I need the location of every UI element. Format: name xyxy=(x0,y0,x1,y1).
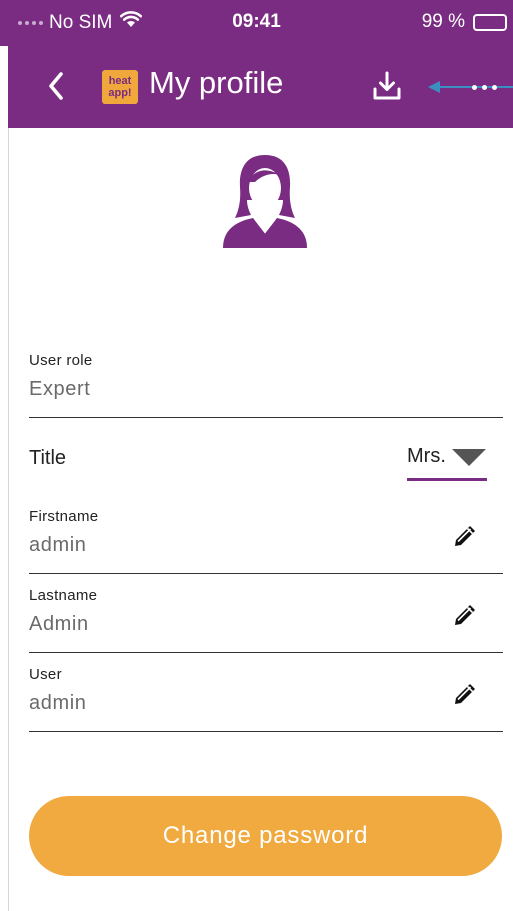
profile-content: User role Expert Title Mrs. Firstname ad… xyxy=(8,128,513,911)
user-role-label: User role xyxy=(29,352,93,369)
lastname-value: Admin xyxy=(29,613,89,635)
user-avatar-icon xyxy=(223,155,307,248)
caret-down-icon xyxy=(452,449,486,466)
download-icon xyxy=(373,71,401,100)
user-role-value: Expert xyxy=(29,378,91,400)
change-password-button[interactable]: Change password xyxy=(29,796,502,876)
chevron-left-icon xyxy=(49,72,63,100)
edit-firstname-button[interactable] xyxy=(447,518,483,554)
user-value: admin xyxy=(29,692,87,714)
back-button[interactable] xyxy=(36,64,76,108)
download-button[interactable] xyxy=(367,66,407,106)
user-role-field: User role Expert xyxy=(29,350,503,418)
firstname-value: admin xyxy=(29,534,87,556)
status-right: 99 % xyxy=(422,11,507,33)
title-value: Mrs. xyxy=(407,445,446,467)
battery-icon xyxy=(473,13,507,31)
status-bar: No SIM 09:41 99 % xyxy=(0,0,513,46)
firstname-label: Firstname xyxy=(29,508,99,525)
lastname-field: Lastname Admin xyxy=(29,585,503,653)
pencil-icon xyxy=(455,684,475,704)
user-label: User xyxy=(29,666,62,683)
more-options-button[interactable] xyxy=(464,72,504,102)
page-title: My profile xyxy=(149,65,284,100)
more-dot xyxy=(481,84,487,90)
title-label: Title xyxy=(29,447,67,469)
lastname-label: Lastname xyxy=(29,587,98,604)
nav-bar: heat app! My profile xyxy=(8,46,513,128)
logo-text-bottom: app! xyxy=(108,87,132,99)
user-field: User admin xyxy=(29,664,503,732)
app-logo: heat app! xyxy=(102,70,138,104)
edit-lastname-button[interactable] xyxy=(447,597,483,633)
battery-percent: 99 % xyxy=(421,11,465,32)
firstname-field: Firstname admin xyxy=(29,506,503,574)
pencil-icon xyxy=(455,605,475,625)
pencil-icon xyxy=(455,526,475,546)
title-row: Title Mrs. xyxy=(29,438,503,488)
edit-user-button[interactable] xyxy=(447,676,483,712)
more-dot xyxy=(471,84,477,90)
more-dot xyxy=(491,84,497,90)
logo-text-top: heat xyxy=(108,75,132,87)
title-select[interactable]: Mrs. xyxy=(407,438,487,481)
